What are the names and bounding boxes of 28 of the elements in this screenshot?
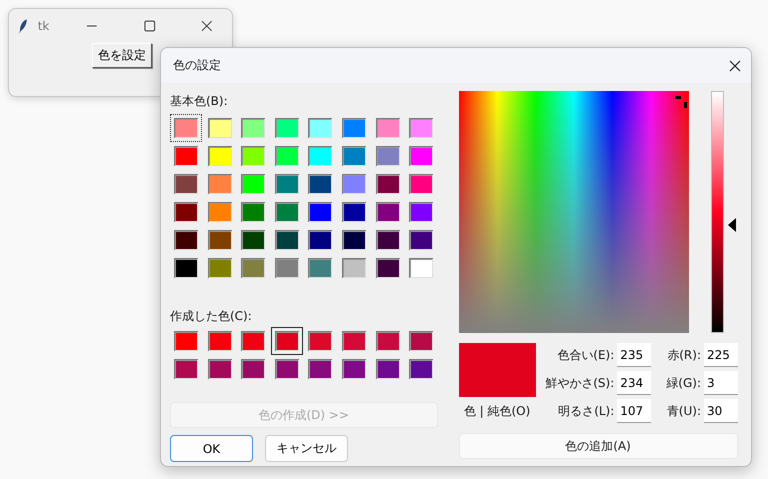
- close-icon[interactable]: [729, 60, 741, 72]
- field-label: 明るさ(L):: [557, 402, 614, 420]
- preview-label: 色 | 純色(O): [464, 403, 530, 420]
- input-field[interactable]: 30: [704, 399, 738, 423]
- ok-button[interactable]: OK: [170, 435, 253, 462]
- section-label: 基本色(B):: [170, 93, 229, 109]
- window-title: tk: [38, 19, 50, 33]
- cancel-button[interactable]: キャンセル: [265, 435, 348, 462]
- field-label: 鮮やかさ(S):: [545, 374, 614, 392]
- feather-icon: [19, 18, 28, 34]
- add-color-button[interactable]: 色の追加(A): [458, 433, 738, 459]
- maximize-icon[interactable]: [142, 19, 156, 33]
- input-field[interactable]: 3: [704, 371, 738, 395]
- input-field[interactable]: 235: [617, 343, 652, 367]
- dialog-title: 色の設定: [173, 57, 222, 74]
- swatch-button[interactable]: [170, 114, 202, 142]
- close-icon[interactable]: [200, 19, 214, 33]
- field-label: 青(U):: [666, 402, 701, 420]
- slider-arrow-icon[interactable]: [728, 218, 736, 232]
- section-label: 作成した色(C):: [170, 308, 253, 324]
- field-label: 緑(G):: [666, 374, 701, 392]
- field-label: 赤(R):: [666, 346, 701, 364]
- input-field[interactable]: 225: [704, 343, 738, 367]
- field-label: 色合い(E):: [556, 346, 614, 364]
- set-color-button[interactable]: 色を設定: [92, 43, 152, 68]
- swatch-button[interactable]: [270, 327, 303, 355]
- input-field[interactable]: 107: [617, 399, 652, 423]
- input-field[interactable]: 234: [617, 371, 652, 395]
